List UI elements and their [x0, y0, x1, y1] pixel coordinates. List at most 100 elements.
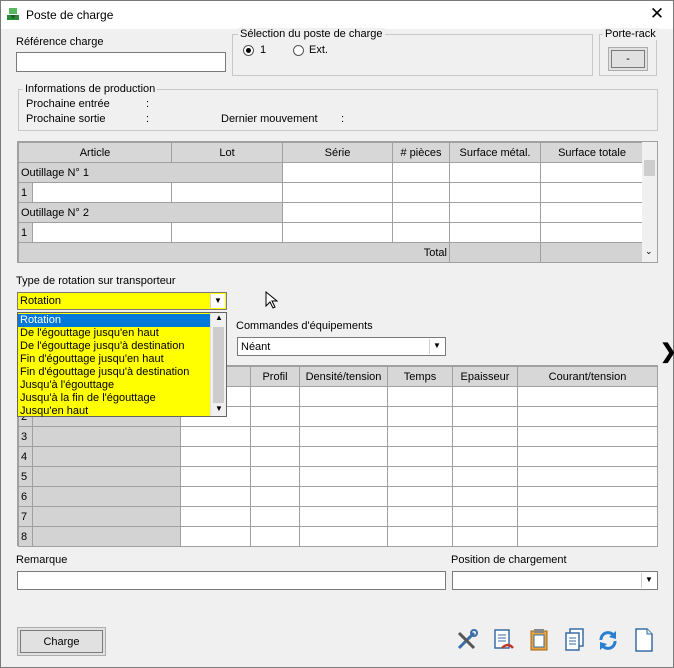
- table-cell[interactable]: [282, 182, 393, 203]
- dropdown-option[interactable]: Fin d'égouttage jusqu'en haut: [18, 353, 211, 366]
- dropdown-option[interactable]: Rotation: [18, 314, 211, 327]
- table-cell[interactable]: [392, 162, 450, 183]
- table-cell[interactable]: [299, 466, 388, 487]
- table-cell[interactable]: [299, 386, 388, 407]
- document-delete-icon[interactable]: [492, 628, 514, 652]
- header-pieces[interactable]: # pièces: [392, 142, 450, 163]
- table-cell[interactable]: [540, 202, 644, 223]
- dropdown-option[interactable]: Jusqu'à l'égouttage: [18, 379, 211, 392]
- chevron-down-icon[interactable]: ▼: [641, 573, 656, 588]
- radio-ext[interactable]: [293, 45, 304, 56]
- table-cell[interactable]: [517, 506, 658, 527]
- blank-document-icon[interactable]: [633, 628, 655, 652]
- table-cell[interactable]: [180, 426, 251, 447]
- table-cell[interactable]: [452, 426, 518, 447]
- table-cell[interactable]: [392, 202, 450, 223]
- table-cell[interactable]: [250, 506, 300, 527]
- table-cell[interactable]: [180, 526, 251, 547]
- dropdown-option[interactable]: Jusqu'en haut: [18, 405, 211, 418]
- table-cell[interactable]: [387, 386, 453, 407]
- table-cell[interactable]: [540, 162, 644, 183]
- table-cell[interactable]: [250, 406, 300, 427]
- table-cell[interactable]: [180, 446, 251, 467]
- dropdown-option[interactable]: Jusqu'à la fin de l'égouttage: [18, 392, 211, 405]
- dropdown-option[interactable]: De l'égouttage jusqu'en haut: [18, 327, 211, 340]
- table-cell[interactable]: [517, 466, 658, 487]
- table-cell[interactable]: [299, 446, 388, 467]
- remark-input[interactable]: [17, 571, 446, 590]
- clipboard-icon[interactable]: [528, 628, 550, 652]
- chevron-down-icon[interactable]: ▼: [429, 339, 444, 354]
- table-cell[interactable]: [250, 386, 300, 407]
- header-article[interactable]: Article: [18, 142, 172, 163]
- dropdown-option[interactable]: De l'égouttage jusqu'à destination: [18, 340, 211, 353]
- header-courant[interactable]: Courant/tension: [517, 366, 658, 387]
- table-cell[interactable]: [387, 486, 453, 507]
- table-cell[interactable]: [452, 486, 518, 507]
- table-cell[interactable]: [517, 486, 658, 507]
- table-cell[interactable]: [387, 406, 453, 427]
- table-cell[interactable]: [171, 222, 283, 243]
- radio-1[interactable]: [243, 45, 254, 56]
- scroll-down-icon[interactable]: ▼: [215, 404, 223, 413]
- table-cell[interactable]: [392, 222, 450, 243]
- table-cell[interactable]: [387, 506, 453, 527]
- table-cell[interactable]: [282, 202, 393, 223]
- table-cell[interactable]: [517, 426, 658, 447]
- header-profil[interactable]: Profil: [250, 366, 300, 387]
- header-serie[interactable]: Série: [282, 142, 393, 163]
- table-cell[interactable]: [449, 162, 541, 183]
- charge-button[interactable]: Charge: [17, 627, 106, 656]
- table-cell[interactable]: [517, 386, 658, 407]
- table-cell[interactable]: [299, 486, 388, 507]
- refresh-icon[interactable]: [597, 628, 619, 652]
- table-cell[interactable]: [387, 426, 453, 447]
- dropdown-scrollbar[interactable]: ▲ ▼: [210, 313, 226, 416]
- table-cell[interactable]: [392, 182, 450, 203]
- table-cell[interactable]: [299, 426, 388, 447]
- table-cell[interactable]: [387, 466, 453, 487]
- table-cell[interactable]: [517, 526, 658, 547]
- table-cell[interactable]: [32, 182, 172, 203]
- scroll-down-icon[interactable]: ⌄: [645, 246, 653, 257]
- table-cell[interactable]: [299, 406, 388, 427]
- table-cell[interactable]: [180, 506, 251, 527]
- header-temps[interactable]: Temps: [387, 366, 453, 387]
- table-cell[interactable]: [282, 162, 393, 183]
- header-surface-metal[interactable]: Surface métal.: [449, 142, 541, 163]
- header-lot[interactable]: Lot: [171, 142, 283, 163]
- scroll-thumb[interactable]: [644, 160, 655, 176]
- table-cell[interactable]: [180, 486, 251, 507]
- header-densite[interactable]: Densité/tension: [299, 366, 388, 387]
- tools-icon[interactable]: [456, 628, 478, 652]
- close-icon[interactable]: ✕: [647, 4, 667, 24]
- scroll-up-icon[interactable]: ▲: [215, 313, 223, 322]
- commands-combobox[interactable]: Néant ▼: [237, 337, 446, 356]
- table-cell[interactable]: [517, 406, 658, 427]
- table-cell[interactable]: [32, 222, 172, 243]
- rotation-combobox[interactable]: Rotation ▼: [17, 292, 227, 310]
- dropdown-option[interactable]: Fin d'égouttage jusqu'à destination: [18, 366, 211, 379]
- scroll-thumb[interactable]: [213, 327, 224, 403]
- table-cell[interactable]: [299, 526, 388, 547]
- table-cell[interactable]: [452, 466, 518, 487]
- outillage-scrollbar[interactable]: ⌄: [642, 142, 657, 262]
- table-cell[interactable]: [250, 426, 300, 447]
- porte-rack-button[interactable]: -: [608, 47, 648, 71]
- expand-arrow-icon[interactable]: ❯: [660, 339, 674, 364]
- table-cell[interactable]: [387, 526, 453, 547]
- table-cell[interactable]: [250, 486, 300, 507]
- table-cell[interactable]: [250, 446, 300, 467]
- table-cell[interactable]: [452, 406, 518, 427]
- table-cell[interactable]: [449, 202, 541, 223]
- table-cell[interactable]: [250, 526, 300, 547]
- table-cell[interactable]: [540, 222, 644, 243]
- table-cell[interactable]: [517, 446, 658, 467]
- table-cell[interactable]: [452, 506, 518, 527]
- table-cell[interactable]: [540, 182, 644, 203]
- table-cell[interactable]: [387, 446, 453, 467]
- table-cell[interactable]: [452, 386, 518, 407]
- table-cell[interactable]: [299, 506, 388, 527]
- header-surface-totale[interactable]: Surface totale: [540, 142, 644, 163]
- loading-position-combobox[interactable]: ▼: [452, 571, 658, 590]
